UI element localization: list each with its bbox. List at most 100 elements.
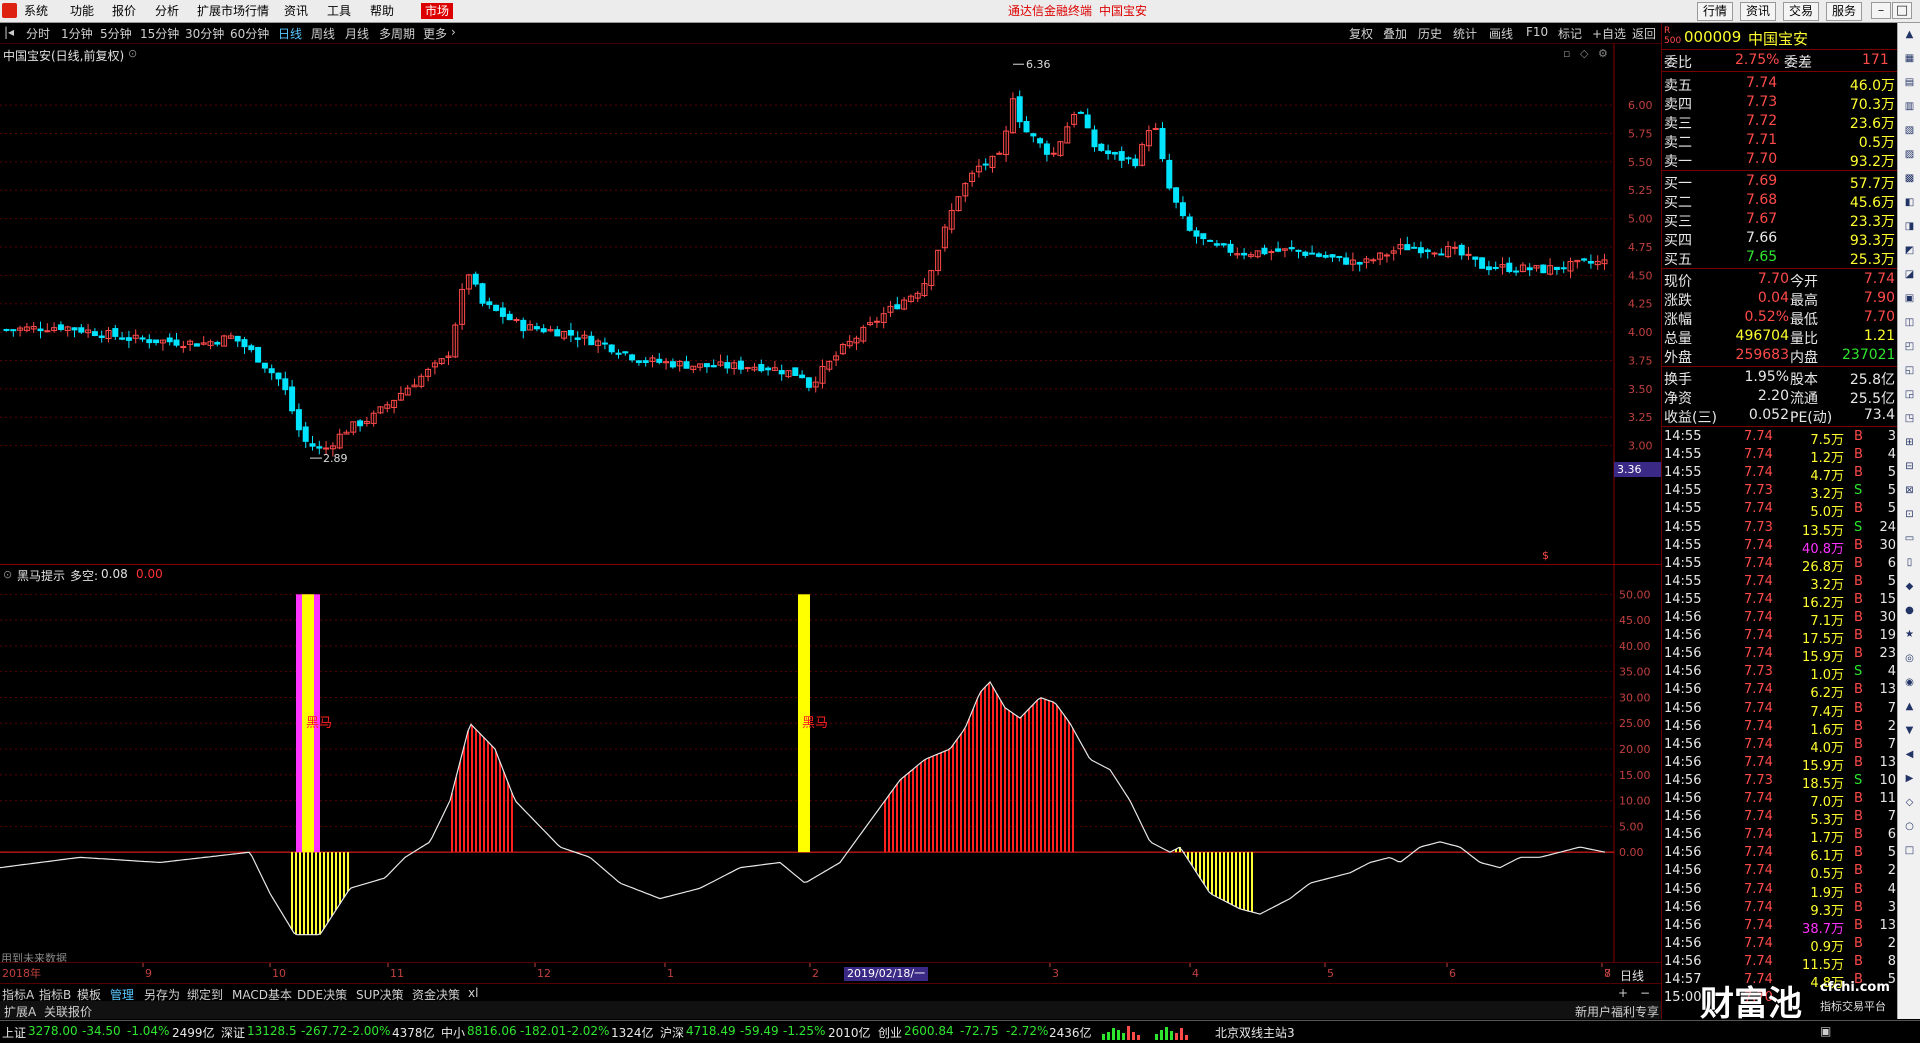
tool-f10[interactable]: F10 xyxy=(1526,25,1548,39)
tool-icon[interactable]: ⊞ xyxy=(1901,435,1918,451)
tool-icon[interactable]: ◪ xyxy=(1901,267,1918,283)
menu-quote[interactable]: 报价 xyxy=(112,3,136,19)
tool-icon[interactable]: ◩ xyxy=(1901,243,1918,259)
tool-icon[interactable]: ◀ xyxy=(1901,747,1918,763)
index-sz-name[interactable]: 深证 xyxy=(221,1024,245,1041)
tool-icon[interactable]: ◰ xyxy=(1901,339,1918,355)
tool-icon[interactable]: ○ xyxy=(1901,819,1918,835)
btn-quote[interactable]: 行情 xyxy=(1697,2,1734,21)
ask-row[interactable]: 卖四 7.73 70.3万 xyxy=(1662,93,1898,113)
tool-icon[interactable]: ▦ xyxy=(1901,51,1918,67)
period-daily[interactable]: 日线 xyxy=(278,25,302,42)
period-multi[interactable]: 多周期 xyxy=(379,25,415,42)
tool-icon[interactable]: ◲ xyxy=(1901,387,1918,403)
index-sh-name[interactable]: 上证 xyxy=(2,1024,26,1041)
menu-ext-market[interactable]: 扩展市场行情 xyxy=(197,3,269,19)
promo-link[interactable]: 新用户福利专享 xyxy=(1575,1003,1659,1020)
tick-time: 14:56 xyxy=(1664,736,1702,752)
tool-draw[interactable]: 画线 xyxy=(1489,25,1513,42)
btn-trade[interactable]: 交易 xyxy=(1783,2,1820,21)
index-cy-name[interactable]: 创业 xyxy=(878,1024,902,1041)
tool-back[interactable]: 返回 xyxy=(1632,25,1656,42)
tool-icon[interactable]: ◨ xyxy=(1901,219,1918,235)
tab-xl[interactable]: xl xyxy=(468,986,478,1000)
tool-icon[interactable]: □ xyxy=(1901,843,1918,859)
tool-icon[interactable]: ◎ xyxy=(1901,651,1918,667)
chart-icon[interactable]: ▩ xyxy=(1901,171,1918,187)
chevron-left-icon[interactable]: |◂ xyxy=(4,25,14,39)
ask-row[interactable]: 卖一 7.70 93.2万 xyxy=(1662,150,1898,170)
menu-system[interactable]: 系统 xyxy=(24,3,48,19)
bid-row[interactable]: 买五 7.65 25.3万 xyxy=(1662,248,1898,268)
index-zx-name[interactable]: 中小 xyxy=(441,1024,465,1041)
tool-icon[interactable]: ▤ xyxy=(1901,75,1918,91)
tool-icon[interactable]: ▣ xyxy=(1901,291,1918,307)
restore-icon[interactable]: □ xyxy=(1892,2,1912,19)
period-fenshi[interactable]: 分时 xyxy=(26,25,50,42)
ask-row[interactable]: 卖三 7.72 23.6万 xyxy=(1662,112,1898,132)
tool-mark[interactable]: 标记 xyxy=(1558,25,1582,42)
price-chart-panel[interactable]: 中国宝安(日线,前复权) ⊙ ◇ ⚙ ▫ 6.00 5.75 5.50 5.25 5.0… xyxy=(0,44,1661,564)
tool-icon[interactable]: ◆ xyxy=(1901,579,1918,595)
tool-fuquan[interactable]: 复权 xyxy=(1349,25,1373,42)
menu-function[interactable]: 功能 xyxy=(70,3,94,19)
tool-icon[interactable]: ◱ xyxy=(1901,363,1918,379)
chart-icon[interactable]: ▨ xyxy=(1901,147,1918,163)
tool-icon[interactable]: ◇ xyxy=(1901,795,1918,811)
bid-row[interactable]: 买三 7.67 23.3万 xyxy=(1662,210,1898,230)
tool-icon[interactable]: ◉ xyxy=(1901,675,1918,691)
tool-stats[interactable]: 统计 xyxy=(1453,25,1477,42)
tool-icon[interactable]: ● xyxy=(1901,603,1918,619)
arrow-up-icon[interactable]: ▲ xyxy=(1901,27,1918,43)
minimize-icon[interactable]: – xyxy=(1871,2,1891,19)
period-monthly[interactable]: 月线 xyxy=(345,25,369,42)
remove-icon[interactable]: − xyxy=(1640,986,1650,1000)
tool-icon[interactable]: ◫ xyxy=(1901,315,1918,331)
tool-icon[interactable]: ◧ xyxy=(1901,195,1918,211)
bid-row[interactable]: 买四 7.66 93.3万 xyxy=(1662,229,1898,249)
tool-icon[interactable]: ▲ xyxy=(1901,699,1918,715)
tool-icon[interactable]: ▯ xyxy=(1901,555,1918,571)
server-name[interactable]: 北京双线主站3 xyxy=(1215,1024,1295,1041)
period-30min[interactable]: 30分钟 xyxy=(185,25,224,42)
ask-row[interactable]: 卖五 7.74 46.0万 xyxy=(1662,74,1898,94)
menu-info[interactable]: 资讯 xyxy=(284,3,308,19)
menu-help[interactable]: 帮助 xyxy=(370,3,394,19)
add-icon[interactable]: + xyxy=(1618,986,1628,1000)
tool-icon[interactable]: ⊟ xyxy=(1901,459,1918,475)
tool-icon[interactable]: ★ xyxy=(1901,627,1918,643)
tool-icon[interactable]: ⊡ xyxy=(1901,507,1918,523)
period-weekly[interactable]: 周线 xyxy=(311,25,335,42)
period-more[interactable]: 更多 xyxy=(423,25,447,42)
cursor-date: 2019/02/18/一 xyxy=(844,967,929,981)
tool-add-fav[interactable]: +自选 xyxy=(1592,25,1626,42)
chevron-right-icon[interactable]: › xyxy=(451,25,456,39)
tool-icon[interactable]: ▭ xyxy=(1901,531,1918,547)
period-60min[interactable]: 60分钟 xyxy=(230,25,269,42)
tool-icon[interactable]: ◳ xyxy=(1901,411,1918,427)
period-5min[interactable]: 5分钟 xyxy=(100,25,132,42)
period-1min[interactable]: 1分钟 xyxy=(61,25,93,42)
bid-row[interactable]: 买一 7.69 57.7万 xyxy=(1662,172,1898,192)
tool-history[interactable]: 历史 xyxy=(1418,25,1442,42)
btn-info[interactable]: 资讯 xyxy=(1740,2,1777,21)
chart-icon[interactable]: ▧ xyxy=(1901,123,1918,139)
tab-linked-quote[interactable]: 关联报价 xyxy=(44,1003,92,1020)
indicator-panel[interactable]: ⊙ 黑马提示 多空: 0.08 0.00 50.00 45.00 40.00 35.0… xyxy=(0,565,1661,965)
menu-tools[interactable]: 工具 xyxy=(327,3,351,19)
bid-row[interactable]: 买二 7.68 45.6万 xyxy=(1662,191,1898,211)
y-tick-label: 5.00 xyxy=(1619,820,1644,833)
btn-service[interactable]: 服务 xyxy=(1826,2,1863,21)
tool-icon[interactable]: ▼ xyxy=(1901,723,1918,739)
menu-analysis[interactable]: 分析 xyxy=(155,3,179,19)
ask-row[interactable]: 卖二 7.71 0.5万 xyxy=(1662,131,1898,151)
tool-icon[interactable]: ⊠ xyxy=(1901,483,1918,499)
tool-icon[interactable]: ▥ xyxy=(1901,99,1918,115)
tab-ext-a[interactable]: 扩展A xyxy=(4,1003,36,1020)
tool-overlay[interactable]: 叠加 xyxy=(1383,25,1407,42)
menu-market[interactable]: 市场 xyxy=(421,3,454,19)
period-15min[interactable]: 15分钟 xyxy=(140,25,179,42)
lock-icon[interactable]: ▣ xyxy=(1820,1024,1831,1038)
index-hs-name[interactable]: 沪深 xyxy=(660,1024,684,1041)
tool-icon[interactable]: ▶ xyxy=(1901,771,1918,787)
